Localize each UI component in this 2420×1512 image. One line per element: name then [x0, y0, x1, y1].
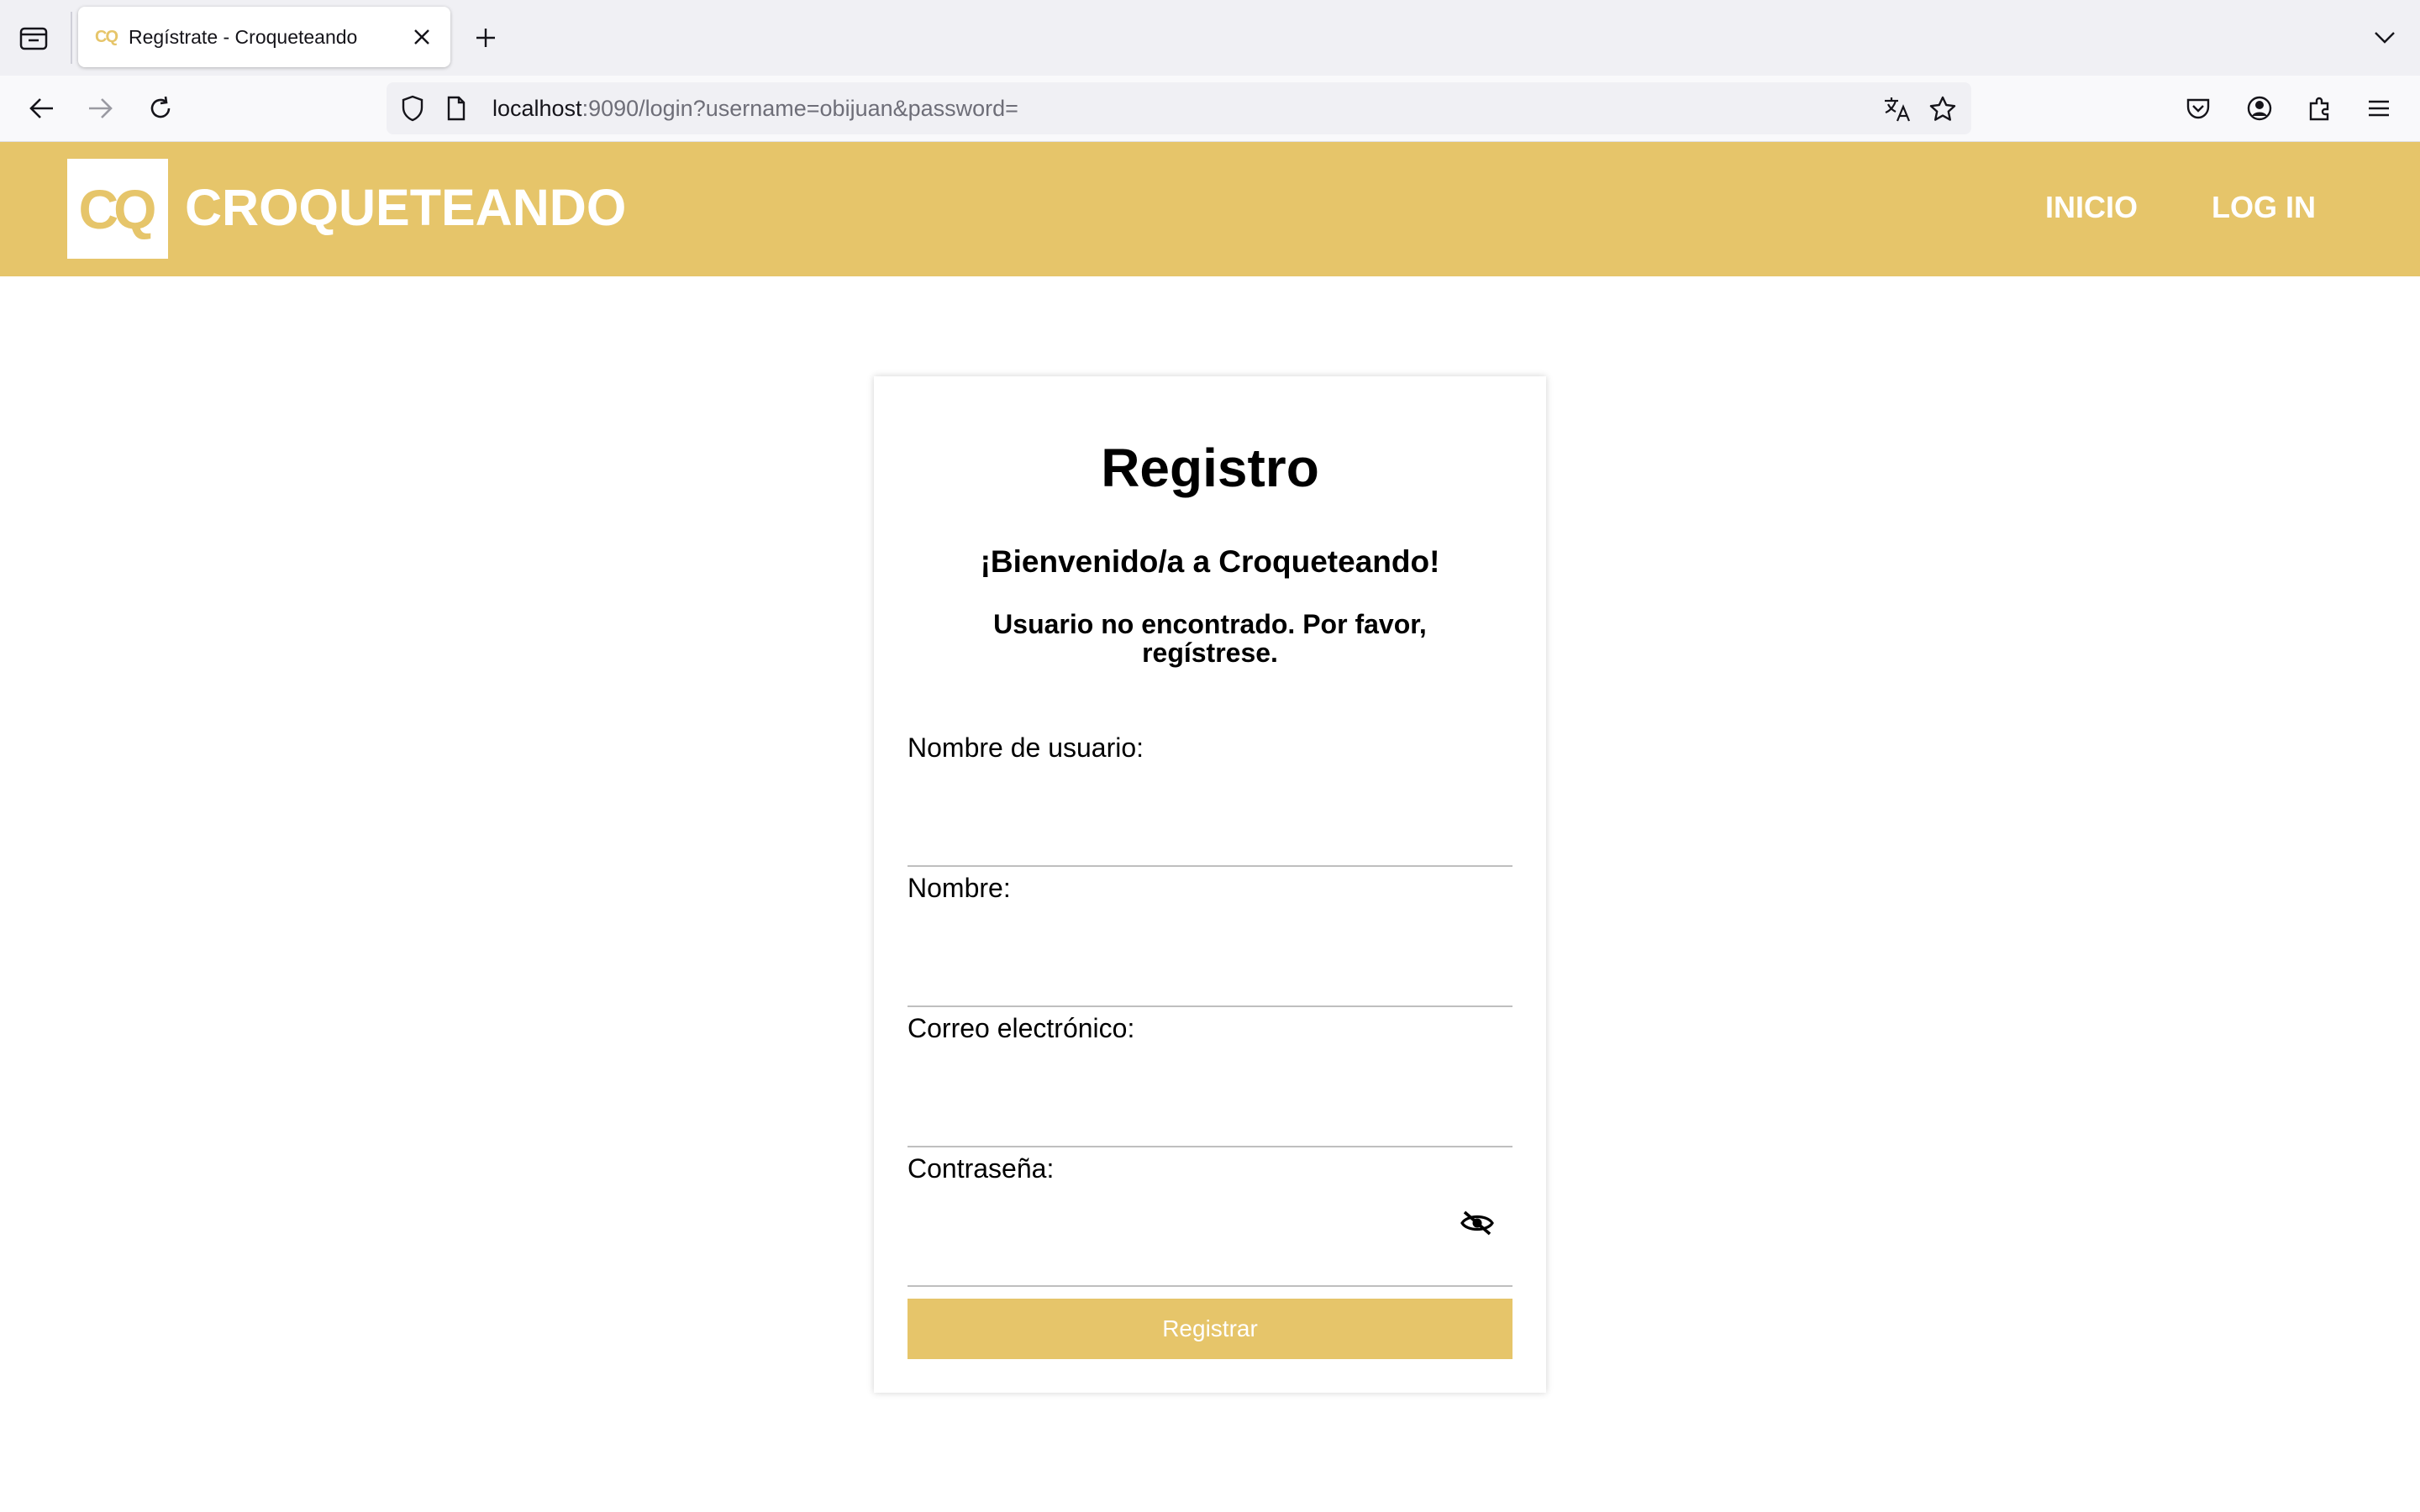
eye-slash-icon[interactable] — [1457, 1206, 1497, 1240]
page-icon[interactable] — [442, 94, 471, 123]
browser-nav-bar: localhost:9090/login?username=obijuan&pa… — [0, 76, 2420, 142]
url-text[interactable]: localhost:9090/login?username=obijuan&pa… — [492, 96, 1018, 122]
arrow-left-icon[interactable] — [22, 89, 60, 128]
site-header: CQ CROQUETEANDO INICIO LOG IN — [0, 142, 2420, 276]
pocket-icon[interactable] — [2179, 89, 2217, 128]
email-label: Correo electrónico: — [908, 1013, 1135, 1043]
site-logo[interactable]: CQ — [67, 159, 168, 259]
register-card: Registro ¡Bienvenido/a a Croqueteando! U… — [874, 376, 1546, 1393]
name-label: Nombre: — [908, 873, 1011, 903]
reload-icon[interactable] — [141, 89, 180, 128]
url-bar[interactable]: localhost:9090/login?username=obijuan&pa… — [387, 82, 1971, 134]
tab-separator — [71, 12, 72, 64]
browser-tab-bar: CQ Regístrate - Croqueteando — [0, 0, 2420, 76]
arrow-right-icon[interactable] — [82, 89, 120, 128]
username-field[interactable] — [908, 825, 1512, 867]
tab-list-icon[interactable] — [17, 23, 50, 53]
star-icon[interactable] — [1926, 92, 1960, 126]
welcome-heading: ¡Bienvenido/a a Croqueteando! — [980, 544, 1440, 579]
tab-title: Regístrate - Croqueteando — [129, 26, 358, 48]
nav-link-inicio[interactable]: INICIO — [2045, 190, 2138, 225]
url-host: localhost — [492, 96, 582, 121]
name-field[interactable] — [908, 965, 1512, 1007]
plus-icon[interactable] — [469, 21, 502, 55]
page-title: Registro — [1101, 438, 1319, 498]
nav-link-login[interactable]: LOG IN — [2212, 190, 2316, 225]
brand-name[interactable]: CROQUETEANDO — [185, 178, 626, 237]
tab-favicon: CQ — [95, 28, 118, 46]
close-icon[interactable] — [408, 23, 436, 51]
browser-tab-active[interactable]: CQ Regístrate - Croqueteando — [78, 7, 450, 67]
url-path: :9090/login?username=obijuan&password= — [581, 96, 1018, 121]
puzzle-icon[interactable] — [2301, 89, 2339, 128]
shield-icon[interactable] — [398, 94, 427, 123]
translate-icon[interactable] — [1881, 92, 1914, 126]
account-icon[interactable] — [2240, 89, 2279, 128]
password-label: Contraseña: — [908, 1153, 1055, 1184]
chevron-down-icon[interactable] — [2368, 21, 2402, 55]
register-button[interactable]: Registrar — [908, 1299, 1512, 1359]
logo-text: CQ — [78, 177, 157, 240]
user-not-found-message: Usuario no encontrado. Por favor, regíst… — [993, 609, 1427, 668]
email-field[interactable] — [908, 1105, 1512, 1147]
hamburger-menu-icon[interactable] — [2360, 89, 2398, 128]
username-label: Nombre de usuario: — [908, 732, 1144, 763]
password-field[interactable] — [908, 1245, 1512, 1287]
